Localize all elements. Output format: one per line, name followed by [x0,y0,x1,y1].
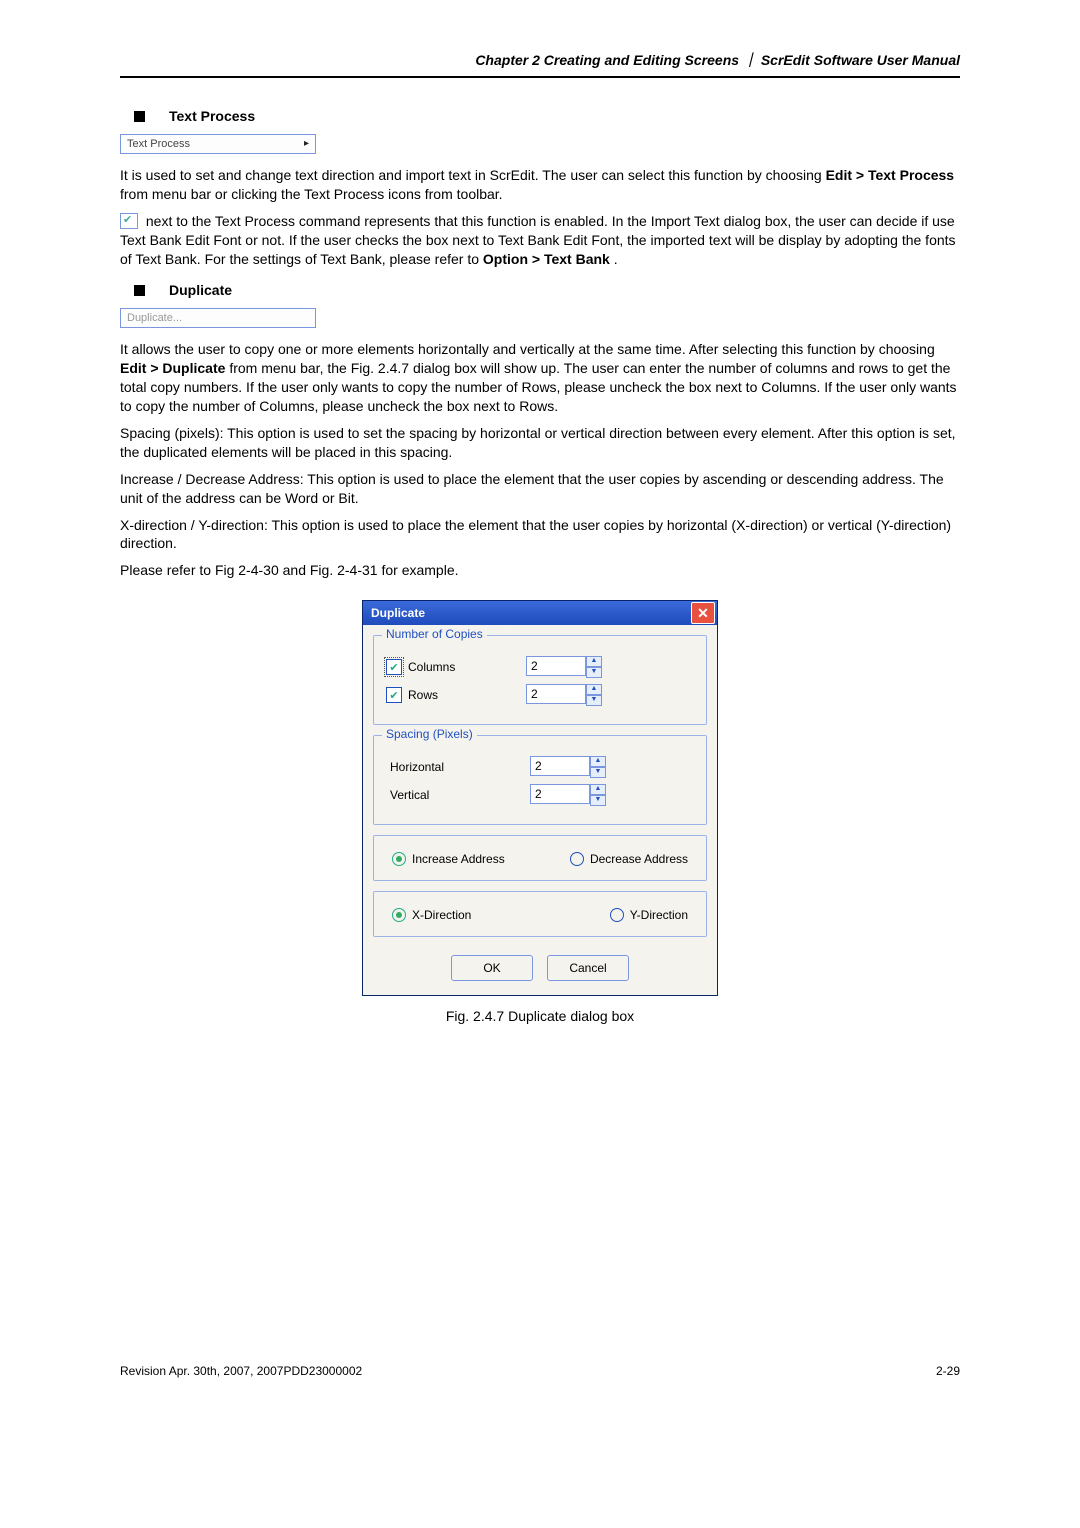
group-number-of-copies: Number of Copies ✔ Columns ▲▼ ✔ Rows [373,635,707,725]
spin-down-icon[interactable]: ▼ [590,767,606,778]
spin-up-icon[interactable]: ▲ [590,756,606,767]
text: . [614,251,618,267]
section-title: Duplicate [169,282,232,298]
cancel-label: Cancel [569,961,606,975]
radio-unselected-icon [570,852,584,866]
revision-text: Revision Apr. 30th, 2007, 2007PDD2300000… [120,1364,362,1378]
close-button[interactable]: ✕ [691,602,715,624]
group-title: Number of Copies [382,627,487,641]
text: It is used to set and change text direct… [120,167,826,183]
text: It allows the user to copy one or more e… [120,341,935,357]
radio-selected-icon [392,852,406,866]
bold-text: Edit > Text Process [826,167,955,183]
group-spacing: Spacing (Pixels) Horizontal ▲▼ Vertical [373,735,707,825]
para-dup-1: It allows the user to copy one or more e… [120,340,960,416]
columns-input[interactable] [526,656,586,676]
spin-up-icon[interactable]: ▲ [590,784,606,795]
rows-label: Rows [408,688,438,702]
vertical-spinner[interactable]: ▲▼ [530,784,606,806]
para-tp-1: It is used to set and change text direct… [120,166,960,204]
increase-address-label: Increase Address [412,852,505,866]
bullet-icon [134,285,145,296]
group-direction: X-Direction Y-Direction [373,891,707,937]
bold-text: Option > Text Bank [483,251,610,267]
rows-checkbox[interactable]: ✔ [386,687,402,703]
page-header: Chapter 2 Creating and Editing Screens ｜… [120,50,960,78]
radio-selected-icon [392,908,406,922]
chapter-title: Chapter 2 Creating and Editing Screens [475,52,739,68]
section-text-process: Text Process [120,108,960,124]
vertical-label: Vertical [390,788,429,802]
spin-down-icon[interactable]: ▼ [586,695,602,706]
section-duplicate: Duplicate [120,282,960,298]
vertical-input[interactable] [530,784,590,804]
bullet-icon [134,111,145,122]
rows-input[interactable] [526,684,586,704]
para-dup-2: Spacing (pixels): This option is used to… [120,424,960,462]
spin-down-icon[interactable]: ▼ [590,795,606,806]
figure-caption: Fig. 2.4.7 Duplicate dialog box [120,1008,960,1024]
duplicate-dialog: Duplicate ✕ Number of Copies ✔ Columns ▲… [362,600,718,996]
dialog-title: Duplicate [371,606,691,620]
submenu-arrow-icon: ▸ [304,138,309,149]
text: from menu bar, the Fig. 2.4.7 dialog box… [120,360,957,414]
spin-up-icon[interactable]: ▲ [586,656,602,667]
dialog-titlebar: Duplicate ✕ [363,601,717,625]
decrease-address-radio[interactable]: Decrease Address [570,852,688,866]
columns-checkbox[interactable]: ✔ [386,659,402,675]
horizontal-label: Horizontal [390,760,444,774]
cancel-button[interactable]: Cancel [547,955,629,981]
ok-label: OK [483,961,500,975]
spin-up-icon[interactable]: ▲ [586,684,602,695]
rows-spinner[interactable]: ▲▼ [526,684,602,706]
y-direction-label: Y-Direction [630,908,688,922]
horizontal-spinner[interactable]: ▲▼ [530,756,606,778]
y-direction-radio[interactable]: Y-Direction [610,908,688,922]
check-icon [120,213,138,229]
ok-button[interactable]: OK [451,955,533,981]
menu-item-text-process: Text Process ▸ [120,134,316,154]
close-icon: ✕ [697,605,709,622]
spin-down-icon[interactable]: ▼ [586,667,602,678]
group-title: Spacing (Pixels) [382,727,477,741]
para-dup-4: X-direction / Y-direction: This option i… [120,516,960,554]
manual-title: ScrEdit Software User Manual [761,52,960,68]
para-dup-5: Please refer to Fig 2-4-30 and Fig. 2-4-… [120,561,960,580]
group-address: Increase Address Decrease Address [373,835,707,881]
page-footer: Revision Apr. 30th, 2007, 2007PDD2300000… [120,1364,960,1378]
decrease-address-label: Decrease Address [590,852,688,866]
para-tp-2: next to the Text Process command represe… [120,212,960,269]
columns-spinner[interactable]: ▲▼ [526,656,602,678]
columns-label: Columns [408,660,455,674]
para-dup-3: Increase / Decrease Address: This option… [120,470,960,508]
menu-item-duplicate: Duplicate... [120,308,316,328]
menu-label: Duplicate... [127,312,182,324]
text: from menu bar or clicking the Text Proce… [120,186,503,202]
header-sep: ｜ [743,52,757,68]
page-number: 2-29 [936,1364,960,1378]
section-title: Text Process [169,108,255,124]
menu-label: Text Process [127,138,190,150]
x-direction-label: X-Direction [412,908,471,922]
x-direction-radio[interactable]: X-Direction [392,908,471,922]
horizontal-input[interactable] [530,756,590,776]
increase-address-radio[interactable]: Increase Address [392,852,505,866]
radio-unselected-icon [610,908,624,922]
bold-text: Edit > Duplicate [120,360,225,376]
